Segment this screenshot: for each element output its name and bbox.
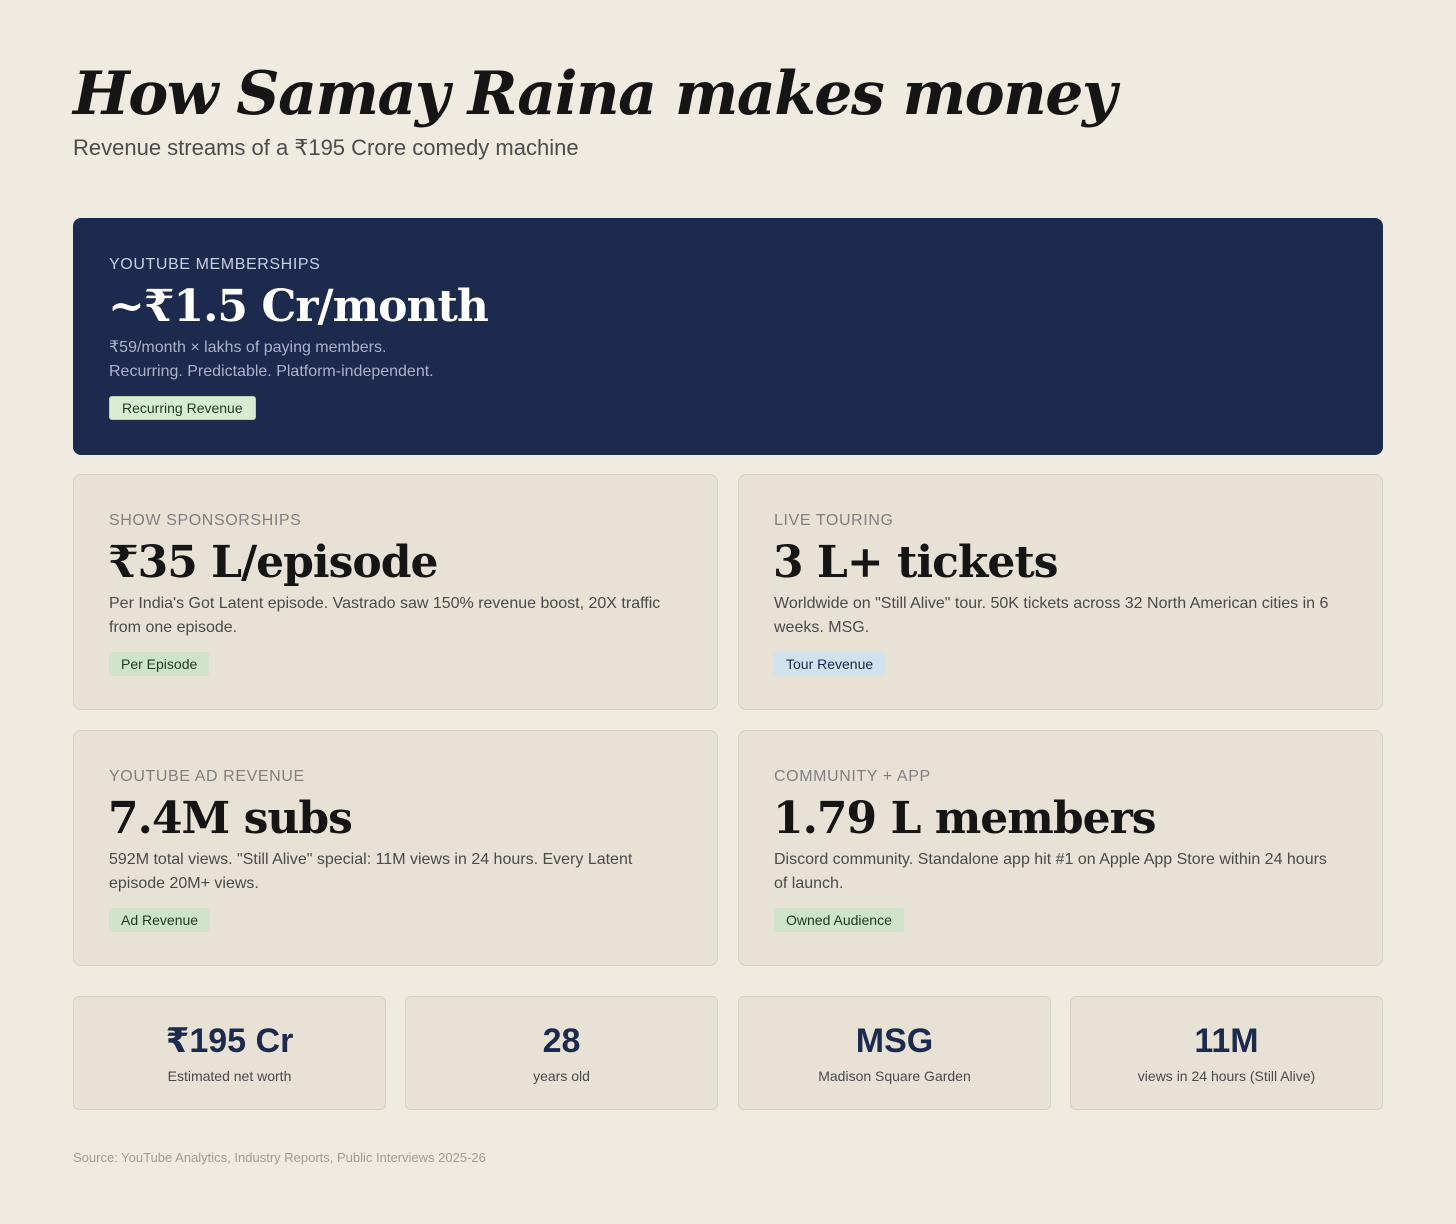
tour-revenue-tag: Tour Revenue [774,652,886,676]
card-value: ₹35 L/episode [108,537,439,588]
ad-revenue-tag: Ad Revenue [109,908,211,932]
live-touring-card: LIVE TOURING 3 L+ tickets Worldwide on "… [738,474,1383,710]
stat-value: MSG [855,1022,934,1060]
card-description-line: Recurring. Predictable. Platform-indepen… [109,363,434,380]
card-description-line: ₹59/month × lakhs of paying members. [109,339,387,356]
show-sponsorships-card: SHOW SPONSORSHIPS ₹35 L/episode Per Indi… [73,474,718,710]
card-label: LIVE TOURING [774,512,894,529]
stat-label: views in 24 hours (Still Alive) [1137,1068,1316,1084]
card-value: 1.79 L members [773,793,1157,844]
card-description: Per India's Got Latent episode. Vastrado… [109,595,661,636]
owned-audience-tag: Owned Audience [774,908,904,932]
stat-value: 11M [1194,1022,1259,1060]
card-value: 3 L+ tickets [773,537,1058,588]
youtube-memberships-card: YOUTUBE MEMBERSHIPS ~₹1.5 Cr/month ₹59/m… [73,218,1383,455]
card-label: SHOW SPONSORSHIPS [109,512,302,529]
card-value: ~₹1.5 Cr/month [108,281,489,332]
stat-label: Estimated net worth [167,1068,292,1084]
card-label: YOUTUBE AD REVENUE [109,768,305,785]
card-description: ₹59/month × lakhs of paying members. Rec… [109,336,809,384]
stat-label: Madison Square Garden [818,1068,971,1084]
card-description: 592M total views. "Still Alive" special:… [109,851,633,892]
community-app-card: COMMUNITY + APP 1.79 L members Discord c… [738,730,1383,966]
card-value: 7.4M subs [108,793,353,844]
stat-net-worth: ₹195 Cr Estimated net worth [73,996,386,1110]
stat-venue: MSG Madison Square Garden [738,996,1051,1110]
recurring-revenue-tag: Recurring Revenue [109,396,256,420]
card-label: YOUTUBE MEMBERSHIPS [109,256,321,273]
stat-label: years old [533,1068,590,1084]
source-note: Source: YouTube Analytics, Industry Repo… [73,1150,486,1165]
per-episode-tag: Per Episode [109,652,210,676]
stat-views: 11M views in 24 hours (Still Alive) [1070,996,1383,1110]
card-description: Worldwide on "Still Alive" tour. 50K tic… [774,595,1329,636]
youtube-ad-revenue-card: YOUTUBE AD REVENUE 7.4M subs 592M total … [73,730,718,966]
stat-value: 28 [542,1022,581,1060]
card-label: COMMUNITY + APP [774,768,931,785]
page-title: How Samay Raina makes money [73,59,1117,129]
stat-value: ₹195 Cr [165,1022,294,1060]
card-description: Discord community. Standalone app hit #1… [774,851,1327,892]
stat-age: 28 years old [405,996,718,1110]
page-subtitle: Revenue streams of a ₹195 Crore comedy m… [73,135,579,160]
